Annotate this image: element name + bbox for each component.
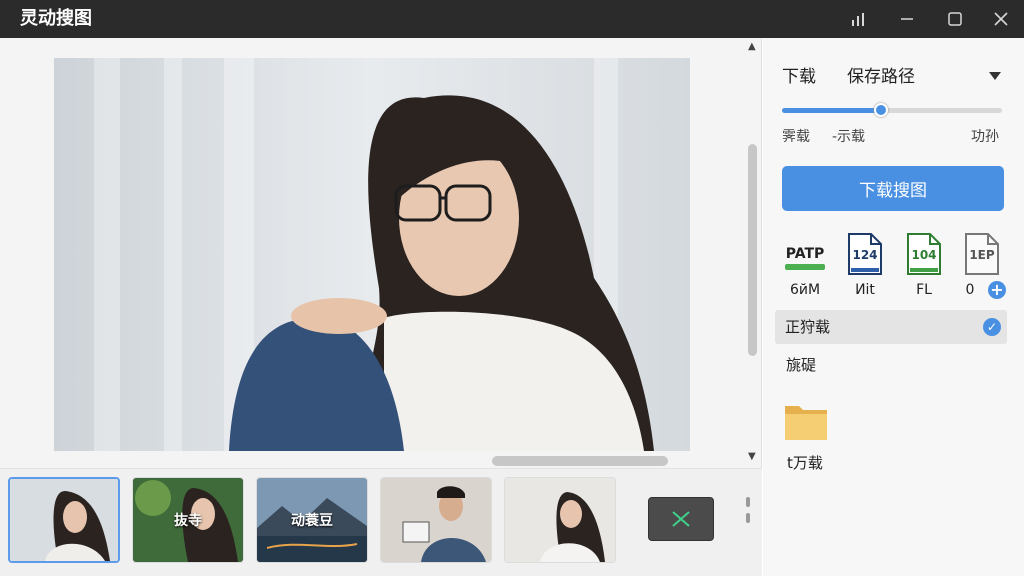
thumbnail-caption: 抜寺 xyxy=(174,513,202,529)
download-search-button[interactable]: 下载搜图 xyxy=(782,166,1004,211)
thumbnail-5[interactable] xyxy=(504,477,616,563)
quality-right-label: 功孙 xyxy=(971,129,999,145)
folder-icon[interactable] xyxy=(783,400,829,446)
app-title: 灵动搜图 xyxy=(20,8,92,29)
sub-status-text: 旐碮 xyxy=(786,356,817,374)
status-text: 正狩载 xyxy=(785,318,831,336)
add-format-icon[interactable]: + xyxy=(988,281,1006,299)
badge-icon xyxy=(785,264,825,270)
check-icon: ✓ xyxy=(983,318,1001,336)
download-status-row[interactable]: 正狩载 ✓ xyxy=(775,310,1007,344)
maximize-button[interactable] xyxy=(942,0,968,38)
horizontal-scroll-thumb[interactable] xyxy=(492,456,668,466)
format-file-2[interactable]: 104 FL xyxy=(899,232,949,302)
filmstrip: 抜寺 动蓑豆 xyxy=(0,468,762,576)
folder-label: t万载 xyxy=(787,454,823,472)
thumbnail-1[interactable] xyxy=(8,477,120,563)
filmstrip-scroll-handle[interactable] xyxy=(746,497,752,523)
title-bar: 灵动搜图 xyxy=(0,0,1024,38)
format-file-1[interactable]: 124 Иit xyxy=(840,232,890,302)
format-size: 6йM xyxy=(789,282,821,298)
minimize-button[interactable] xyxy=(894,0,920,38)
file-icon-label: 104 xyxy=(911,248,937,262)
preview-image xyxy=(54,58,690,451)
quality-left-label: 霁载 xyxy=(782,129,810,145)
thumbnail-caption: 动蓑豆 xyxy=(291,513,333,529)
chevron-down-icon[interactable] xyxy=(989,72,1001,80)
save-path-label[interactable]: 保存路径 xyxy=(847,67,915,87)
file-icon-label: 124 xyxy=(852,248,878,262)
download-panel: 下载 保存路径 霁载 -示载 功孙 下载搜图 PATP 6йM 124 Иit … xyxy=(763,38,1024,576)
thumbnail-3[interactable]: 动蓑豆 xyxy=(256,477,368,563)
thumbnail-4[interactable] xyxy=(380,477,492,563)
format-size: Иit xyxy=(855,282,875,298)
vertical-scrollbar[interactable]: ▲ ▼ xyxy=(744,38,762,468)
quality-mid-label: -示载 xyxy=(832,129,866,145)
slider-knob[interactable] xyxy=(874,103,888,117)
format-name: PATP xyxy=(785,246,825,262)
vertical-scroll-thumb[interactable] xyxy=(748,144,757,356)
thumbnail-2[interactable]: 抜寺 xyxy=(132,477,244,563)
quality-slider[interactable] xyxy=(782,103,1002,117)
file-icon-label: 1ΕΡ xyxy=(969,248,995,262)
scroll-down-icon[interactable]: ▼ xyxy=(748,452,756,462)
download-label: 下载 xyxy=(782,67,816,87)
more-thumbnails-icon[interactable] xyxy=(648,497,714,541)
scroll-up-icon[interactable]: ▲ xyxy=(748,42,756,52)
close-button[interactable] xyxy=(988,0,1014,38)
format-patp[interactable]: PATP 6йM xyxy=(780,232,830,302)
signal-icon[interactable] xyxy=(846,0,870,38)
preview-pane: ▲ ▼ xyxy=(0,38,762,468)
slider-fill xyxy=(782,108,881,113)
format-size: FL xyxy=(916,282,932,298)
